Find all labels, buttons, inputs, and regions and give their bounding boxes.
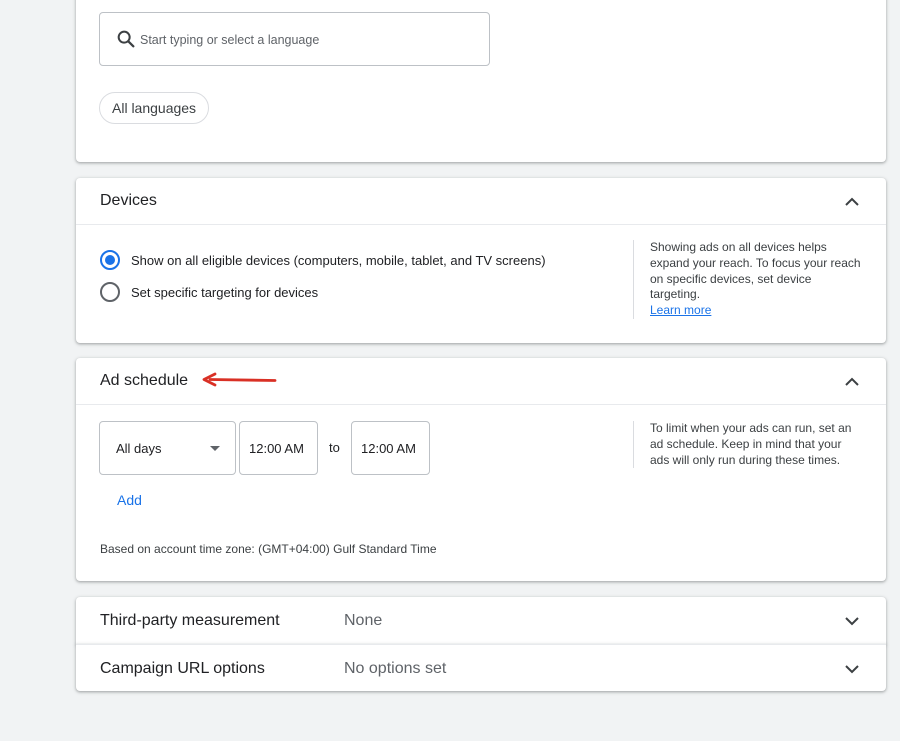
campaign-url-value: No options set <box>344 660 447 677</box>
devices-help-panel: Showing ads on all devices helps expand … <box>633 240 863 319</box>
end-time-value: 12:00 AM <box>361 441 416 456</box>
start-time-select[interactable]: 12:00 AM <box>239 421 318 475</box>
radio-button-checked[interactable] <box>100 250 120 270</box>
campaign-url-options-row[interactable]: Campaign URL options No options set <box>76 644 886 691</box>
devices-card: Devices Show on all eligible devices (co… <box>76 178 886 343</box>
timezone-note: Based on account time zone: (GMT+04:00) … <box>100 542 437 556</box>
language-search-field[interactable] <box>99 12 490 66</box>
add-schedule-button[interactable]: Add <box>117 492 142 508</box>
start-time-value: 12:00 AM <box>249 441 304 456</box>
chevron-up-icon[interactable] <box>844 374 860 390</box>
end-time-select[interactable]: 12:00 AM <box>351 421 430 475</box>
third-party-measurement-row[interactable]: Third-party measurement None <box>76 597 886 644</box>
devices-title: Devices <box>100 192 157 209</box>
radio-label: Show on all eligible devices (computers,… <box>131 252 546 268</box>
ad-schedule-card: Ad schedule All days 12:00 AM to 12:00 A… <box>76 358 886 581</box>
chevron-down-icon[interactable] <box>844 613 860 629</box>
radio-specific-devices[interactable]: Set specific targeting for devices <box>100 282 318 302</box>
dropdown-arrow-icon <box>210 446 220 451</box>
languages-card: All languages <box>76 0 886 162</box>
devices-help-text: Showing ads on all devices helps expand … <box>650 240 861 302</box>
ad-schedule-help-panel: To limit when your ads can run, set an a… <box>633 421 863 469</box>
chevron-up-icon[interactable] <box>844 194 860 210</box>
chevron-down-icon[interactable] <box>844 661 860 677</box>
radio-button[interactable] <box>100 282 120 302</box>
day-select-value: All days <box>116 441 162 456</box>
annotation-arrow-icon <box>202 372 277 387</box>
devices-header[interactable]: Devices <box>76 178 886 225</box>
to-label: to <box>329 440 340 455</box>
ad-schedule-header[interactable]: Ad schedule <box>76 358 886 405</box>
radio-label: Set specific targeting for devices <box>131 284 319 300</box>
search-icon <box>117 30 135 48</box>
all-languages-chip[interactable]: All languages <box>99 92 210 124</box>
language-search-input[interactable] <box>140 30 470 50</box>
radio-all-devices[interactable]: Show on all eligible devices (computers,… <box>100 250 546 270</box>
ad-schedule-title: Ad schedule <box>100 372 189 389</box>
campaign-url-title: Campaign URL options <box>100 660 265 677</box>
day-select[interactable]: All days <box>99 421 236 475</box>
ad-schedule-help-text: To limit when your ads can run, set an a… <box>650 421 852 467</box>
third-party-value: None <box>344 612 383 629</box>
learn-more-link[interactable]: Learn more <box>650 303 863 319</box>
third-party-title: Third-party measurement <box>100 612 280 629</box>
